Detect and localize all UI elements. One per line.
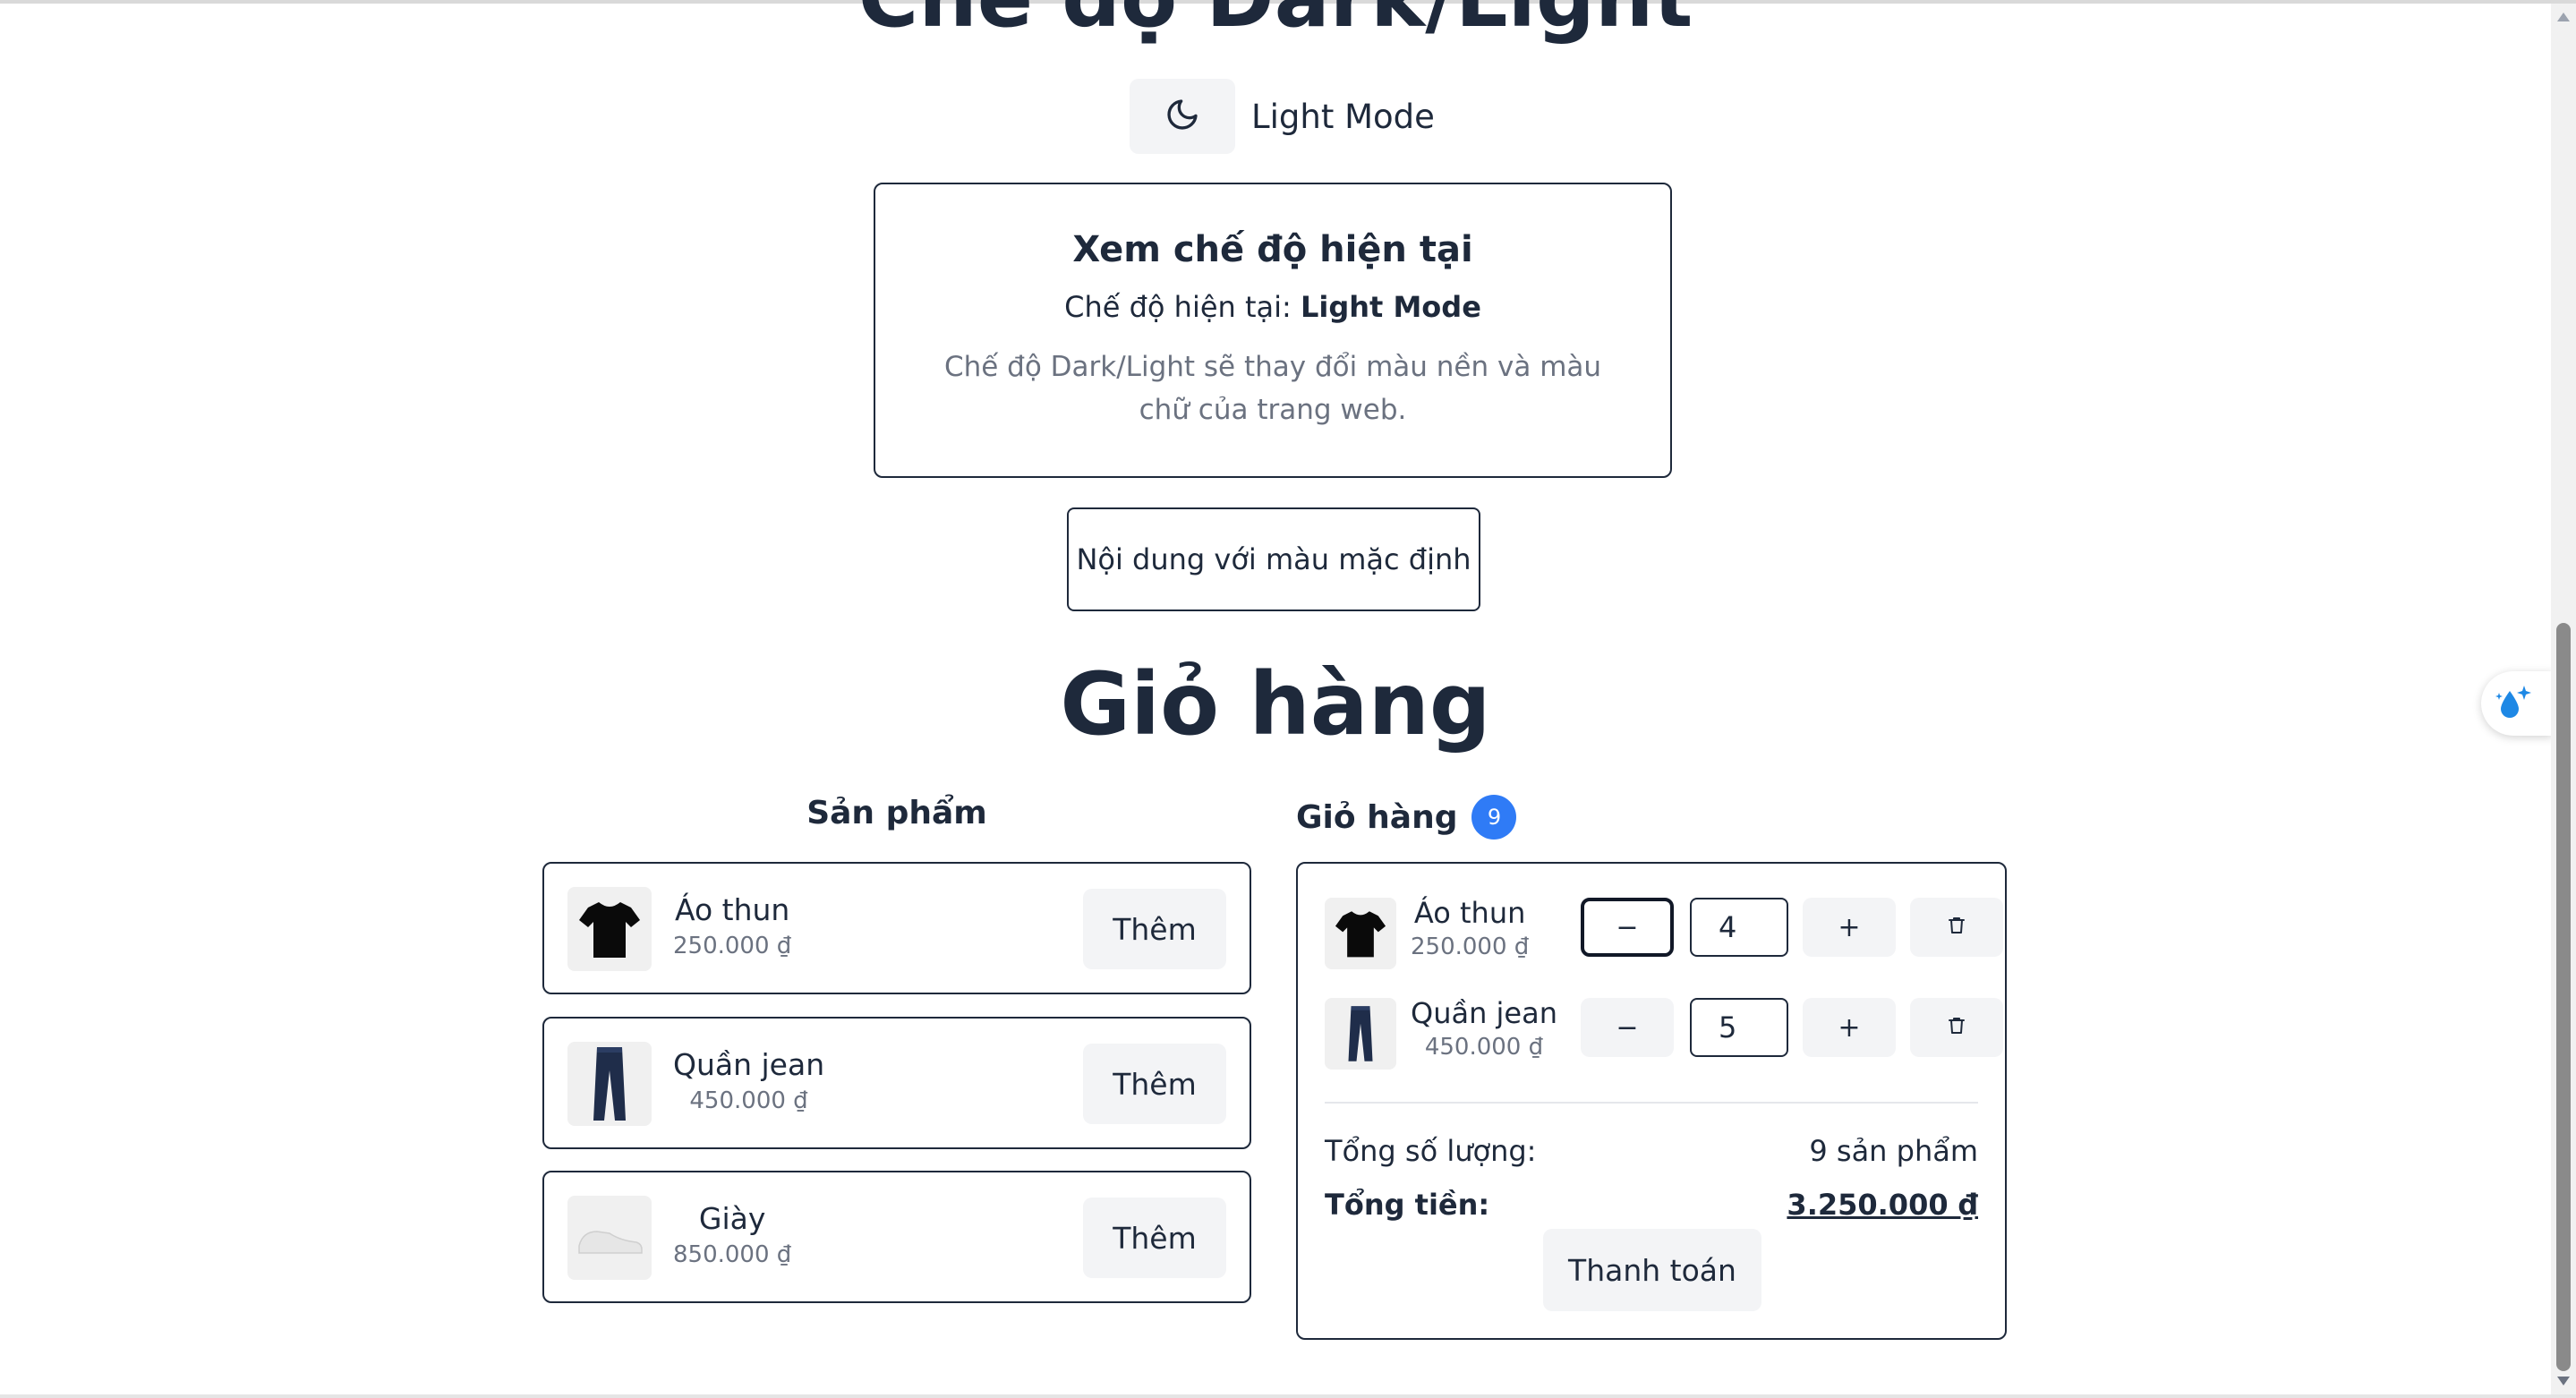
cart-card: Áo thun 250.000 ₫ − 4 + Quần jean 450.00… (1296, 862, 2007, 1340)
current-mode-description: Chế độ Dark/Light sẽ thay đổi màu nền và… (943, 351, 1602, 426)
default-color-box: Nội dung với màu mặc định (1067, 507, 1480, 611)
product-price: 450.000 ₫ (689, 1087, 808, 1114)
increase-quantity-button[interactable]: + (1803, 998, 1896, 1057)
vertical-scrollbar[interactable] (2551, 4, 2576, 1394)
cart-item-name: Quần jean (1411, 996, 1557, 1030)
cart-item-price: 250.000 ₫ (1411, 933, 1530, 960)
moon-icon (1164, 97, 1200, 136)
cart-heading-label: Giỏ hàng (1296, 798, 1458, 836)
window-bottom-border (0, 1394, 2576, 1398)
floating-extension-button[interactable] (2481, 671, 2553, 736)
total-quantity-row: Tổng số lượng: 9 sản phẩm (1325, 1134, 1978, 1168)
add-to-cart-button[interactable]: Thêm (1083, 1198, 1226, 1278)
quantity-input[interactable]: 4 (1690, 898, 1788, 957)
cart-section-title: Giỏ hàng (1060, 654, 1491, 754)
decrease-quantity-button[interactable]: − (1581, 998, 1674, 1057)
product-info: Áo thun 250.000 ₫ (673, 892, 791, 959)
product-name: Quần jean (673, 1047, 825, 1082)
total-price-value: 3.250.000 ₫ (1787, 1188, 1978, 1222)
quantity-input[interactable]: 5 (1690, 998, 1788, 1057)
product-name: Áo thun (674, 892, 790, 927)
product-image-jeans (567, 1042, 652, 1126)
total-quantity-label: Tổng số lượng: (1325, 1134, 1537, 1168)
cart-item-info: Áo thun 250.000 ₫ (1411, 896, 1529, 960)
remove-item-button[interactable] (1910, 898, 2003, 957)
product-info: Giày 850.000 ₫ (673, 1201, 791, 1268)
product-image-shoes (567, 1196, 652, 1280)
product-price: 250.000 ₫ (673, 933, 792, 959)
product-image-tshirt (567, 887, 652, 971)
cart-item-image-tshirt (1325, 898, 1396, 969)
product-card: Áo thun 250.000 ₫ Thêm (542, 862, 1251, 994)
increase-quantity-button[interactable]: + (1803, 898, 1896, 957)
scroll-up-arrow-icon[interactable] (2557, 13, 2570, 21)
current-mode-card-title: Xem chế độ hiện tại (1072, 229, 1473, 270)
cart-item-row: Quần jean 450.000 ₫ − 5 + (1325, 996, 2003, 1071)
cart-item-row: Áo thun 250.000 ₫ − 4 + (1325, 896, 2003, 971)
add-to-cart-button[interactable]: Thêm (1083, 889, 1226, 969)
current-mode-line: Chế độ hiện tại: Light Mode (875, 290, 1670, 324)
decrease-quantity-button[interactable]: − (1581, 898, 1674, 957)
product-name: Giày (698, 1201, 766, 1236)
products-heading: Sản phẩm (806, 795, 987, 831)
theme-title: Chế độ Dark/Light (0, 0, 2551, 52)
trash-icon (1946, 912, 1967, 943)
theme-toggle-button[interactable] (1130, 79, 1235, 154)
add-to-cart-button[interactable]: Thêm (1083, 1044, 1226, 1124)
product-price: 850.000 ₫ (673, 1241, 792, 1268)
total-price-label: Tổng tiền: (1325, 1188, 1490, 1222)
trash-icon (1946, 1012, 1967, 1044)
cart-count-badge: 9 (1471, 795, 1517, 840)
cart-item-image-jeans (1325, 998, 1396, 1070)
remove-item-button[interactable] (1910, 998, 2003, 1057)
current-mode-value: Light Mode (1300, 290, 1481, 324)
total-price-row: Tổng tiền: 3.250.000 ₫ (1325, 1188, 1978, 1222)
cart-item-info: Quần jean 450.000 ₫ (1411, 996, 1557, 1061)
droplet-sparkle-icon (2492, 680, 2535, 727)
cart-item-price: 450.000 ₫ (1424, 1034, 1544, 1061)
current-mode-card: Xem chế độ hiện tại Chế độ hiện tại: Lig… (874, 183, 1672, 478)
cart-item-name: Áo thun (1413, 896, 1526, 930)
total-quantity-value: 9 sản phẩm (1809, 1134, 1978, 1168)
checkout-button[interactable]: Thanh toán (1543, 1229, 1761, 1311)
theme-mode-label: Light Mode (1251, 97, 1435, 136)
product-info: Quần jean 450.000 ₫ (673, 1047, 824, 1114)
scrollbar-thumb[interactable] (2556, 623, 2571, 1371)
scroll-down-arrow-icon[interactable] (2557, 1377, 2570, 1385)
page: Chế độ Dark/Light Light Mode Xem chế độ … (0, 0, 2551, 1398)
product-card: Giày 850.000 ₫ Thêm (542, 1171, 1251, 1303)
cart-divider (1325, 1102, 1978, 1104)
cart-heading: Giỏ hàng 9 (1296, 795, 1517, 840)
current-mode-prefix: Chế độ hiện tại: (1064, 290, 1292, 324)
product-card: Quần jean 450.000 ₫ Thêm (542, 1017, 1251, 1149)
theme-toggle-row: Light Mode (1130, 79, 1435, 154)
